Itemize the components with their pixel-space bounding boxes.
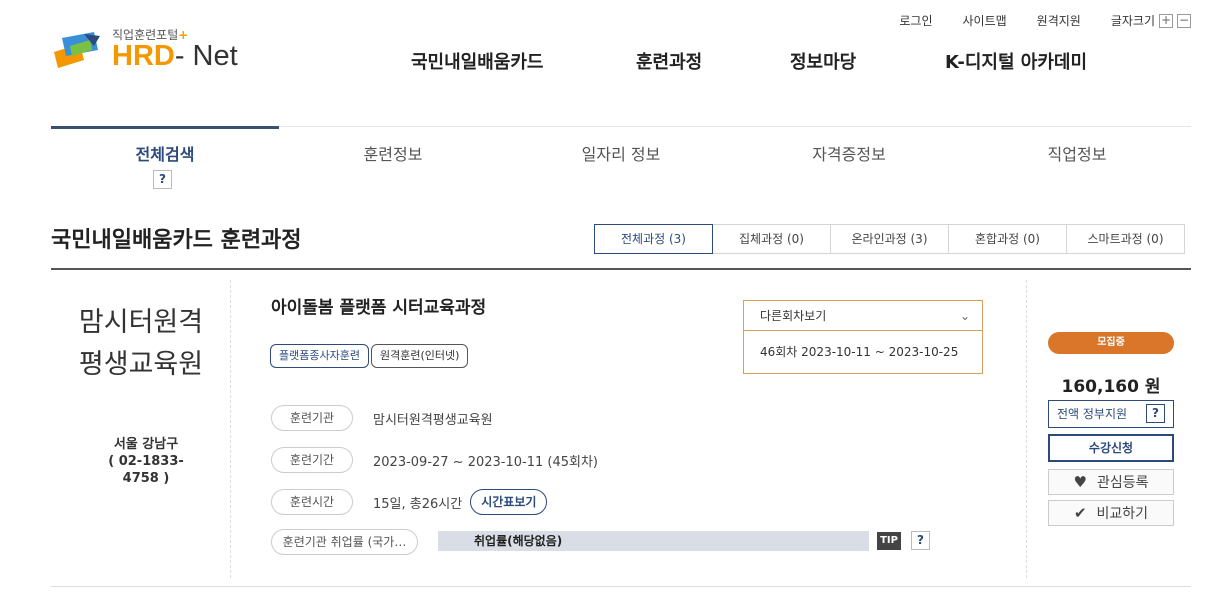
- sitemap-link[interactable]: 사이트맵: [962, 12, 1006, 29]
- tab-job-info[interactable]: 일자리 정보: [507, 127, 735, 183]
- tip-badge: TIP: [877, 532, 901, 550]
- gnb-item-info[interactable]: 정보마당: [790, 48, 856, 74]
- course-tags: 플랫폼종사자훈련 원격훈련(인터넷): [270, 344, 470, 368]
- employment-rate-bar: 취업률(해당없음): [438, 531, 869, 551]
- org-panel: 맘시터원격 평생교육원 서울 강남구 ( 02-1833-4758 ): [51, 280, 231, 578]
- title-divider: [51, 268, 1191, 270]
- tag-remote: 원격훈련(인터넷): [370, 344, 469, 368]
- status-badge: 모집중: [1048, 332, 1174, 354]
- check-icon: ✔: [1073, 504, 1087, 522]
- apply-button[interactable]: 수강신청: [1048, 434, 1174, 462]
- round-dropdown: 다른회차보기 ⌄ 46회차 2023-10-11 ~ 2023-10-25: [743, 300, 983, 374]
- time-label: 훈련시간: [271, 489, 353, 515]
- course-price: 160,160 원: [1061, 377, 1161, 397]
- course-type-filters: 전체과정 (3) 집체과정 (0) 온라인과정 (3) 혼합과정 (0) 스마트…: [594, 224, 1185, 254]
- font-decrease-button[interactable]: −: [1177, 13, 1191, 28]
- timetable-button[interactable]: 시간표보기: [470, 489, 548, 515]
- filter-offline[interactable]: 집체과정 (0): [712, 224, 831, 254]
- org-name[interactable]: 맘시터원격 평생교육원: [51, 302, 231, 386]
- font-size-label: 글자크기: [1110, 14, 1155, 28]
- gnb-item-courses[interactable]: 훈련과정: [636, 48, 702, 74]
- government-support-button[interactable]: 전액 정부지원 ?: [1048, 400, 1174, 428]
- chevron-down-icon: ⌄: [959, 309, 970, 323]
- round-select[interactable]: 다른회차보기 ⌄: [744, 301, 982, 331]
- compare-button[interactable]: ✔ 비교하기: [1048, 500, 1174, 526]
- search-tabs: 전체검색 훈련정보 일자리 정보 자격증정보 직업정보: [51, 126, 1191, 182]
- font-increase-button[interactable]: +: [1159, 13, 1173, 28]
- info-row-time: 훈련시간 15일, 총26시간 시간표보기: [271, 489, 548, 515]
- tab-training-info[interactable]: 훈련정보: [279, 127, 507, 183]
- remote-support-link[interactable]: 원격지원: [1037, 12, 1081, 29]
- filter-blended[interactable]: 혼합과정 (0): [948, 224, 1067, 254]
- org-value: 맘시터원격평생교육원: [373, 412, 493, 428]
- info-row-employment: 훈련기관 취업률 (국가…: [271, 529, 438, 555]
- heart-icon: ♥: [1073, 473, 1087, 491]
- info-row-period: 훈련기간 2023-09-27 ~ 2023-10-11 (45회차): [271, 447, 598, 473]
- period-value: 2023-09-27 ~ 2023-10-11 (45회차): [373, 454, 598, 470]
- card-bottom-divider: [51, 586, 1191, 587]
- employment-label: 훈련기관 취업률 (국가…: [271, 529, 418, 555]
- location-help-button[interactable]: ?: [153, 170, 172, 189]
- filter-online[interactable]: 온라인과정 (3): [830, 224, 949, 254]
- tab-certificate-info[interactable]: 자격증정보: [735, 127, 963, 183]
- wishlist-button[interactable]: ♥ 관심등록: [1048, 469, 1174, 495]
- org-location: 서울 강남구 ( 02-1833-4758 ): [108, 437, 184, 486]
- filter-all[interactable]: 전체과정 (3): [594, 224, 713, 254]
- support-help-button[interactable]: ?: [1146, 404, 1165, 423]
- tab-occupation-info[interactable]: 직업정보: [963, 127, 1191, 183]
- info-row-org: 훈련기관 맘시터원격평생교육원: [271, 405, 493, 431]
- tag-platform: 플랫폼종사자훈련: [270, 344, 369, 368]
- action-panel: 모집중 160,160 원 전액 정부지원 ? 수강신청 ♥ 관심등록 ✔ 비교하기: [1026, 280, 1191, 578]
- main-nav: 국민내일배움카드 훈련과정 정보마당 K-디지털 아카데미: [0, 48, 1211, 78]
- login-link[interactable]: 로그인: [899, 12, 932, 29]
- gnb-item-card[interactable]: 국민내일배움카드: [411, 48, 543, 74]
- org-label: 훈련기관: [271, 405, 353, 431]
- page-title: 국민내일배움카드 훈련과정: [51, 228, 302, 253]
- period-label: 훈련기간: [271, 447, 353, 473]
- filter-smart[interactable]: 스마트과정 (0): [1066, 224, 1185, 254]
- round-option[interactable]: 46회차 2023-10-11 ~ 2023-10-25: [744, 331, 982, 373]
- employment-help-button[interactable]: ?: [911, 531, 930, 550]
- utility-nav: 로그인 사이트맵 원격지원 글자크기 + −: [869, 12, 1191, 29]
- time-value: 15일, 총26시간: [373, 496, 463, 512]
- course-title[interactable]: 아이돌봄 플랫폼 시터교육과정: [271, 293, 486, 318]
- gnb-item-k-digital[interactable]: K-디지털 아카데미: [945, 48, 1087, 74]
